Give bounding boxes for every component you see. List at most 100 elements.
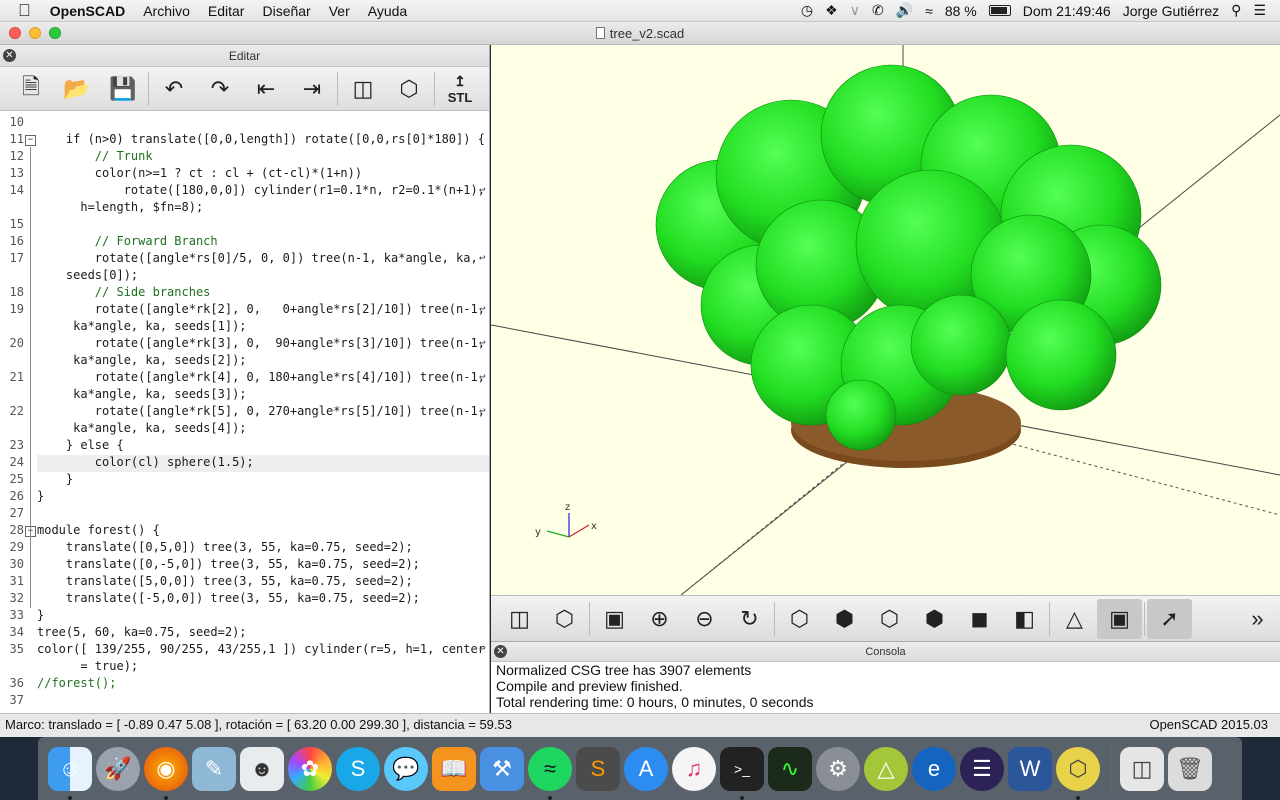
system-preferences-icon[interactable]: ⚙: [816, 746, 860, 791]
code-line[interactable]: ka*angle, ka, seeds[4]);: [37, 421, 246, 435]
code-line[interactable]: rotate([angle*rk[5], 0, 270+angle*rs[5]/…: [37, 404, 485, 418]
fold-toggle-icon[interactable]: −: [25, 135, 36, 146]
code-line[interactable]: translate([0,-5,0]) tree(3, 55, ka=0.75,…: [37, 557, 420, 571]
downloads-stack-icon[interactable]: ◫: [1120, 746, 1164, 791]
code-line[interactable]: module forest() {: [37, 523, 160, 537]
word-icon[interactable]: W: [1008, 746, 1052, 791]
save-file-button[interactable]: 💾: [100, 69, 146, 109]
code-line[interactable]: h=length, $fn=8);: [37, 200, 203, 214]
dropbox-icon[interactable]: ❖: [825, 2, 838, 19]
code-line[interactable]: color(cl) sphere(1.5);: [37, 455, 254, 469]
redo-button[interactable]: ↷: [197, 69, 243, 109]
code-line[interactable]: }: [37, 608, 44, 622]
code-editor[interactable]: 10 11− if (n>0) translate([0,0,length]) r…: [0, 111, 490, 713]
zoom-out-button[interactable]: ⊖: [682, 599, 727, 639]
close-editor-icon[interactable]: ✕: [3, 49, 16, 62]
spotlight-icon[interactable]: ⚲: [1231, 2, 1241, 19]
menubar-clock[interactable]: Dom 21:49:46: [1023, 3, 1111, 19]
view-right-button[interactable]: ⬡: [777, 599, 822, 639]
code-line[interactable]: color([ 139/255, 90/255, 43/255,1 ]) cyl…: [37, 642, 485, 656]
timemachine-icon[interactable]: ◷: [801, 2, 813, 19]
code-line[interactable]: // Side branches: [37, 285, 211, 299]
sublime-text-icon[interactable]: S: [576, 746, 620, 791]
code-line[interactable]: rotate([angle*rk[3], 0, 90+angle*rs[3]/1…: [37, 336, 485, 350]
app-store-icon[interactable]: A: [624, 746, 668, 791]
code-line[interactable]: //forest();: [37, 676, 116, 690]
view-front-button[interactable]: ◼: [957, 599, 1002, 639]
phone-icon[interactable]: ✆: [872, 2, 884, 19]
code-line[interactable]: rotate([180,0,0]) cylinder(r1=0.1*n, r2=…: [37, 183, 485, 197]
undo-button[interactable]: ↶: [151, 69, 197, 109]
view-bottom-button[interactable]: ⬡: [867, 599, 912, 639]
code-line[interactable]: translate([-5,0,0]) tree(3, 55, ka=0.75,…: [37, 591, 420, 605]
show-axes-button[interactable]: ➚: [1147, 598, 1192, 639]
ibooks-icon[interactable]: 📖: [432, 746, 476, 791]
view-back-button[interactable]: ◧: [1002, 599, 1047, 639]
code-line[interactable]: translate([0,5,0]) tree(3, 55, ka=0.75, …: [37, 540, 413, 554]
code-line[interactable]: rotate([angle*rk[4], 0, 180+angle*rs[4]/…: [37, 370, 485, 384]
indent-button[interactable]: ⇥: [289, 69, 335, 109]
notification-center-icon[interactable]: ☰: [1253, 2, 1266, 19]
xcode-icon[interactable]: ⚒: [480, 746, 524, 791]
code-line[interactable]: // Forward Branch: [37, 234, 218, 248]
new-file-button[interactable]: 🗎: [8, 69, 54, 109]
image-capture-icon[interactable]: ☻: [240, 746, 284, 791]
battery-percent[interactable]: 88 %: [945, 3, 977, 19]
launchpad-icon[interactable]: 🚀: [96, 746, 140, 791]
code-line[interactable]: tree(5, 60, ka=0.75, seed=2);: [37, 625, 247, 639]
unindent-button[interactable]: ⇤: [243, 69, 289, 109]
code-line[interactable]: = true);: [37, 659, 138, 673]
itunes-icon[interactable]: ♫: [672, 746, 716, 791]
code-line[interactable]: rotate([angle*rs[0]/5, 0, 0]) tree(n-1, …: [37, 251, 478, 265]
preview-button[interactable]: ◫: [340, 69, 386, 109]
code-line[interactable]: color(n>=1 ? ct : cl + (ct-cl)*(1+n)): [37, 166, 362, 180]
terminal-icon[interactable]: >_: [720, 746, 764, 800]
perspective-button[interactable]: △: [1052, 599, 1097, 639]
view-left-button[interactable]: ⬢: [912, 599, 957, 639]
openscad-icon[interactable]: ⬡: [1056, 746, 1100, 800]
code-line[interactable]: translate([5,0,0]) tree(3, 55, ka=0.75, …: [37, 574, 413, 588]
skype-icon[interactable]: S: [336, 746, 380, 791]
apple-menu-icon[interactable]: : [0, 1, 41, 21]
menu-ver[interactable]: Ver: [320, 3, 359, 19]
menu-editar[interactable]: Editar: [199, 3, 254, 19]
activity-monitor-icon[interactable]: ∿: [768, 746, 812, 791]
code-line[interactable]: seeds[0]);: [37, 268, 138, 282]
finder-icon[interactable]: ☺: [48, 746, 92, 800]
eclipse-e-icon[interactable]: e: [912, 746, 956, 791]
bluetooth-icon[interactable]: ∨: [850, 2, 860, 19]
render-button[interactable]: ⬡: [386, 69, 432, 109]
code-line[interactable]: ka*angle, ka, seeds[2]);: [37, 353, 246, 367]
code-line[interactable]: if (n>0) translate([0,0,length]) rotate(…: [37, 132, 485, 146]
preview-app-icon[interactable]: ✎: [192, 746, 236, 791]
photos-icon[interactable]: ✿: [288, 746, 332, 791]
view-top-button[interactable]: ⬢: [822, 599, 867, 639]
android-studio-icon[interactable]: △: [864, 746, 908, 791]
code-line[interactable]: }: [37, 489, 44, 503]
view-preview-button[interactable]: ◫: [497, 599, 542, 639]
spotify-icon[interactable]: ≈: [528, 746, 572, 800]
3d-viewport[interactable]: z x y: [491, 45, 1280, 595]
wifi-icon[interactable]: ≈: [925, 3, 933, 19]
code-line[interactable]: ka*angle, ka, seeds[3]);: [37, 387, 246, 401]
code-line[interactable]: ka*angle, ka, seeds[1]);: [37, 319, 246, 333]
code-line[interactable]: rotate([angle*rk[2], 0, 0+angle*rs[2]/10…: [37, 302, 485, 316]
menubar-user[interactable]: Jorge Gutiérrez: [1123, 3, 1219, 19]
code-line[interactable]: }: [37, 472, 73, 486]
volume-icon[interactable]: 🔊: [896, 2, 913, 19]
menu-archivo[interactable]: Archivo: [134, 3, 199, 19]
view-render-button[interactable]: ⬡: [542, 599, 587, 639]
open-file-button[interactable]: 📂: [54, 69, 100, 109]
toolbar-overflow-icon[interactable]: »: [1235, 599, 1280, 639]
menu-ayuda[interactable]: Ayuda: [359, 3, 416, 19]
menu-disenar[interactable]: Diseñar: [253, 3, 319, 19]
reset-view-button[interactable]: ↻: [727, 599, 772, 639]
orthogonal-button[interactable]: ▣: [1097, 598, 1142, 639]
code-line[interactable]: } else {: [37, 438, 124, 452]
close-console-icon[interactable]: ✕: [494, 645, 507, 658]
battery-icon[interactable]: [988, 5, 1011, 16]
code-line[interactable]: // Trunk: [37, 149, 153, 163]
firefox-icon[interactable]: ◉: [144, 746, 188, 800]
zoom-in-button[interactable]: ⊕: [637, 599, 682, 639]
menu-openscad[interactable]: OpenSCAD: [41, 3, 134, 19]
